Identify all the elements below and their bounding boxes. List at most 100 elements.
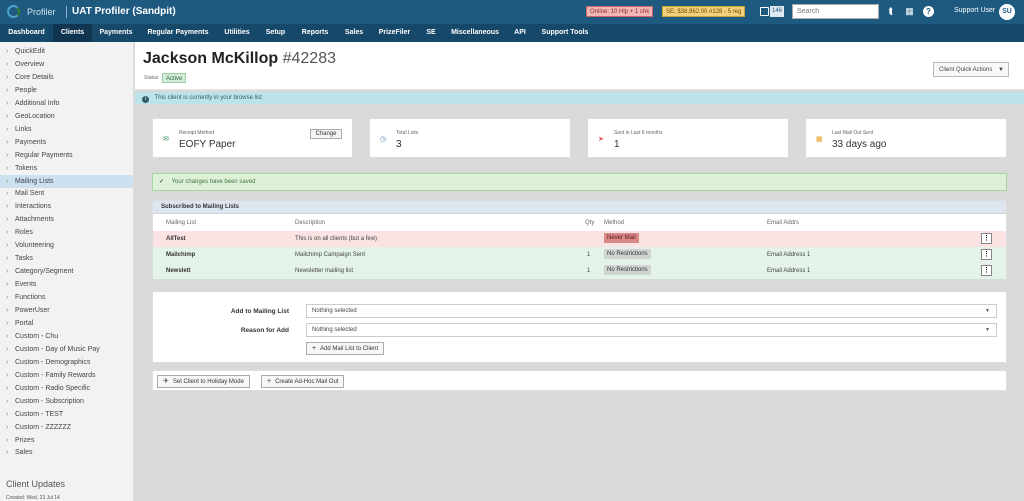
sidebar-item-events[interactable]: › Events: [0, 278, 133, 291]
sidebar-item-prizes[interactable]: › Prizes: [0, 434, 133, 447]
sidebar-item-additional-info[interactable]: › Additional Info: [0, 97, 133, 110]
sidebar-item-custom-zzzzzz[interactable]: › Custom - ZZZZZZ: [0, 421, 133, 434]
table-row[interactable]: AllTest This is on all clients (but a fe…: [153, 231, 1006, 247]
help-icon[interactable]: ?: [923, 6, 934, 17]
sidebar-item-portal[interactable]: › Portal: [0, 317, 133, 330]
sidebar-item-roles[interactable]: › Roles: [0, 226, 133, 239]
search-input[interactable]: [792, 4, 879, 19]
sidebar-item-custom-demographics[interactable]: › Custom - Demographics: [0, 356, 133, 369]
chevron-right-icon: ›: [6, 358, 9, 366]
chevron-right-icon: ›: [6, 99, 9, 107]
nav-se[interactable]: SE: [418, 24, 444, 42]
sidebar-item-tasks[interactable]: › Tasks: [0, 252, 133, 265]
chevron-right-icon: ›: [6, 48, 9, 55]
sidebar-item-custom-family-rewards[interactable]: › Custom - Family Rewards: [0, 369, 133, 382]
sidebar-item-label: Volunteering: [15, 242, 54, 250]
mailing-list-select[interactable]: Nothing selected ▼: [306, 304, 997, 318]
chevron-right-icon: ›: [6, 177, 9, 185]
sidebar-item-label: Custom - Family Rewards: [15, 371, 96, 379]
client-id: #42283: [282, 50, 336, 67]
nav-prizefiler[interactable]: PrizeFiler: [371, 24, 418, 42]
nav-sales[interactable]: Sales: [337, 24, 371, 42]
sidebar-item-label: Events: [15, 281, 37, 289]
sidebar-item-tokens[interactable]: › Tokens: [0, 162, 133, 175]
user-name[interactable]: Support User: [954, 7, 995, 14]
sidebar-item-core-details[interactable]: › Core Details: [0, 71, 133, 84]
holiday-mode-button[interactable]: ✈ Set Client to Holiday Mode: [157, 375, 250, 388]
nav-miscellaneous[interactable]: Miscellaneous: [444, 24, 506, 42]
row-options-kebab-icon[interactable]: ⋮: [981, 265, 992, 276]
nav-utilities[interactable]: Utilities: [216, 24, 258, 42]
method-badge: No Restrictions: [604, 249, 651, 259]
sidebar-item-interactions[interactable]: › Interactions: [0, 200, 133, 213]
card-value: 33 days ago: [832, 139, 887, 150]
sidebar-item-label: Category/Segment: [15, 268, 74, 276]
chevron-right-icon: ›: [6, 125, 9, 133]
profiler-logo-icon[interactable]: [7, 5, 20, 18]
sidebar-item-poweruser[interactable]: › PowerUser: [0, 304, 133, 317]
mailing-list-select-value: Nothing selected: [312, 308, 357, 314]
reason-select[interactable]: Nothing selected ▼: [306, 323, 997, 337]
sidebar-item-payments[interactable]: › Payments: [0, 136, 133, 149]
sidebar-item-mail-sent[interactable]: › Mail Sent: [0, 187, 133, 200]
sidebar-item-geolocation[interactable]: › GeoLocation: [0, 110, 133, 123]
cell-description: This is on all clients (but a few): [295, 236, 378, 242]
sidebar-item-regular-payments[interactable]: › Regular Payments: [0, 149, 133, 162]
sidebar-item-label: PowerUser: [15, 307, 50, 314]
chevron-right-icon: ›: [6, 164, 9, 172]
chevron-right-icon: ›: [6, 319, 9, 327]
sidebar-item-sales[interactable]: › Sales: [0, 446, 133, 459]
cell-qty: 1: [587, 252, 591, 258]
cell-description: Newsletter mailing list: [295, 268, 354, 274]
sidebar-item-custom-day-of-music-pay[interactable]: › Custom - Day of Music Pay: [0, 343, 133, 356]
sidebar-item-custom-radio-specific[interactable]: › Custom - Radio Specific: [0, 382, 133, 395]
sidebar-item-label: Core Details: [15, 73, 54, 81]
client-created-date: Created: Wed, 23 Jul 14: [6, 495, 60, 501]
sidebar-item-custom-test[interactable]: › Custom - TEST: [0, 408, 133, 421]
table-row[interactable]: Newslett Newsletter mailing list 1 No Re…: [153, 263, 1006, 279]
pin-icon[interactable]: ⮬: [886, 6, 897, 17]
nav-reports[interactable]: Reports: [293, 24, 337, 42]
sidebar-item-category-segment[interactable]: › Category/Segment: [0, 265, 133, 278]
nav-regular-payments[interactable]: Regular Payments: [140, 24, 216, 42]
column-header-email-addrs: Email Addrs: [767, 220, 800, 226]
sidebar-item-label: Additional Info: [15, 99, 60, 107]
user-avatar[interactable]: SU: [999, 4, 1015, 20]
sidebar-item-label: Mail Sent: [15, 190, 45, 198]
sidebar-item-custom-subscription[interactable]: › Custom - Subscription: [0, 395, 133, 408]
add-mail-list-button[interactable]: + Add Mail List to Client: [306, 342, 385, 355]
se-status-badge[interactable]: SE: $38,962.00 #128 - 5 reg: [662, 6, 746, 17]
nav-support-tools[interactable]: Support Tools: [534, 24, 596, 42]
online-status-badge[interactable]: Online: 10 Hlp + 1 chk: [586, 6, 654, 17]
browse-list-icon[interactable]: [760, 7, 769, 16]
sidebar-item-label: Custom - ZZZZZZ: [15, 423, 71, 431]
sidebar-item-quickedit[interactable]: › QuickEdit: [0, 45, 133, 58]
row-options-kebab-icon[interactable]: ⋮: [981, 233, 992, 244]
client-quick-actions-label: Client Quick Actions: [939, 67, 993, 73]
sidebar-item-attachments[interactable]: › Attachments: [0, 213, 133, 226]
client-quick-actions-button[interactable]: Client Quick Actions ▼: [933, 62, 1009, 77]
brand-name[interactable]: Profiler: [27, 7, 56, 17]
nav-clients[interactable]: Clients: [53, 24, 92, 42]
calendar-icon: ▦: [816, 136, 823, 143]
sidebar-item-overview[interactable]: › Overview: [0, 58, 133, 71]
browse-list-count[interactable]: 146: [770, 6, 785, 17]
main-nav: Dashboard Clients Payments Regular Payme…: [0, 24, 1024, 42]
method-badge: No Restrictions: [604, 265, 651, 275]
sidebar-item-volunteering[interactable]: › Volunteering: [0, 239, 133, 252]
sidebar-item-functions[interactable]: › Functions: [0, 291, 133, 304]
sidebar-item-links[interactable]: › Links: [0, 123, 133, 136]
table-row[interactable]: Mailchimp Mailchimp Campaign Sent 1 No R…: [153, 247, 1006, 263]
nav-setup[interactable]: Setup: [258, 24, 293, 42]
nav-payments[interactable]: Payments: [92, 24, 140, 42]
sidebar-item-custom-chu[interactable]: › Custom - Chu: [0, 330, 133, 343]
nav-dashboard[interactable]: Dashboard: [0, 24, 53, 42]
caret-down-icon: ▼: [998, 67, 1004, 73]
change-receipt-method-button[interactable]: Change: [310, 129, 342, 139]
adhoc-mail-out-button[interactable]: + Create Ad-Hoc Mail Out: [261, 375, 345, 388]
nav-api[interactable]: API: [506, 24, 534, 42]
row-options-kebab-icon[interactable]: ⋮: [981, 249, 992, 260]
sidebar-item-mailing-lists[interactable]: › Mailing Lists: [0, 174, 133, 188]
sidebar-item-people[interactable]: › People: [0, 84, 133, 97]
calendar-icon[interactable]: ▦: [904, 6, 915, 17]
